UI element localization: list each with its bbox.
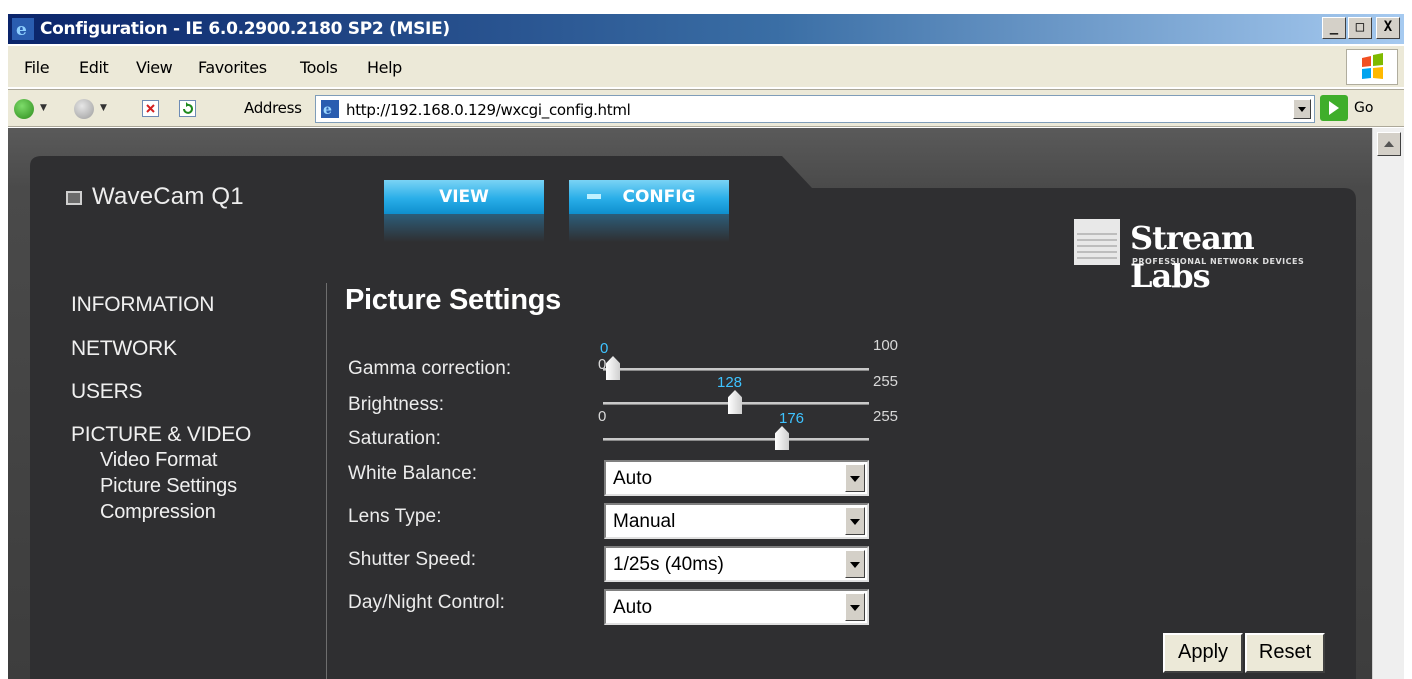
ie-icon: e: [12, 18, 34, 40]
saturation-track: [603, 438, 869, 441]
tab-config[interactable]: CONFIG: [569, 180, 729, 242]
scroll-up-icon[interactable]: [1377, 132, 1401, 156]
svg-text:e: e: [16, 20, 27, 40]
vertical-scrollbar[interactable]: [1372, 128, 1404, 679]
menu-edit[interactable]: Edit: [79, 58, 109, 77]
page-title: Picture Settings: [345, 284, 561, 316]
chevron-down-icon[interactable]: [845, 507, 865, 535]
apply-button[interactable]: Apply: [1163, 633, 1243, 673]
tab-view-label: VIEW: [439, 187, 489, 207]
menu-file[interactable]: File: [24, 58, 50, 77]
brightness-value: 128: [717, 374, 743, 391]
reset-button[interactable]: Reset: [1245, 633, 1325, 673]
page-content: WaveCam Q1 VIEW CONFIG Stream Labs PROFE…: [8, 128, 1372, 679]
product-name: WaveCam Q1: [92, 183, 244, 210]
lens-type-value: Manual: [613, 511, 676, 532]
gamma-value: 0: [600, 340, 609, 357]
menu-favorites[interactable]: Favorites: [198, 58, 267, 77]
sidebar-item-information[interactable]: INFORMATION: [71, 293, 214, 317]
menu-view[interactable]: View: [136, 58, 173, 77]
back-icon[interactable]: [14, 99, 34, 119]
product-icon: [66, 191, 82, 205]
saturation-value: 176: [779, 410, 805, 427]
address-url: http://192.168.0.129/wxcgi_config.html: [346, 101, 631, 119]
brightness-thumb[interactable]: [728, 390, 742, 414]
gamma-label: Gamma correction:: [348, 358, 512, 379]
go-arrow-icon[interactable]: [1320, 95, 1348, 121]
gamma-max: 100: [873, 337, 899, 354]
shutter-speed-label: Shutter Speed:: [348, 549, 477, 570]
brightness-max: 255: [873, 373, 899, 390]
forward-icon[interactable]: [74, 99, 94, 119]
saturation-thumb[interactable]: [775, 426, 789, 450]
tab-view[interactable]: VIEW: [384, 180, 544, 242]
maximize-button[interactable]: □: [1348, 17, 1372, 39]
gamma-track: [603, 368, 869, 371]
svg-text:e: e: [323, 102, 332, 118]
chevron-down-icon[interactable]: [845, 550, 865, 578]
sidebar-subitem-compression[interactable]: Compression: [100, 501, 216, 524]
back-dropdown-icon[interactable]: ▼: [40, 103, 47, 113]
address-input[interactable]: e http://192.168.0.129/wxcgi_config.html: [315, 95, 1315, 123]
white-balance-value: Auto: [613, 468, 653, 489]
saturation-max: 255: [873, 408, 899, 425]
address-toolbar: ▼ ▼ Address e http://192.168.0.129/wxcgi…: [8, 89, 1404, 127]
forward-dropdown-icon[interactable]: ▼: [100, 103, 107, 113]
window-title: Configuration - IE 6.0.2900.2180 SP2 (MS…: [40, 19, 450, 39]
minimize-button[interactable]: _: [1322, 17, 1346, 39]
page-icon: e: [321, 100, 339, 118]
sidebar-item-network[interactable]: NETWORK: [71, 337, 177, 361]
shutter-speed-select[interactable]: 1/25s (40ms): [604, 546, 869, 582]
day-night-value: Auto: [613, 597, 653, 618]
menu-help[interactable]: Help: [367, 58, 402, 77]
day-night-select[interactable]: Auto: [604, 589, 869, 625]
chevron-down-icon[interactable]: [845, 593, 865, 621]
chevron-down-icon[interactable]: [845, 464, 865, 492]
saturation-label: Saturation:: [348, 428, 441, 449]
logo-tagline: PROFESSIONAL NETWORK DEVICES: [1132, 257, 1305, 266]
brightness-slider[interactable]: 255 128 0: [598, 373, 898, 425]
stream-labs-logo: Stream Labs PROFESSIONAL NETWORK DEVICES: [1074, 219, 1324, 295]
logo-grid-icon: [1074, 219, 1120, 265]
tab-config-label: CONFIG: [622, 187, 696, 207]
sidebar-item-picture-video[interactable]: PICTURE & VIDEO: [71, 423, 251, 447]
white-balance-label: White Balance:: [348, 463, 478, 484]
menubar: File Edit View Favorites Tools Help: [8, 46, 1404, 88]
day-night-label: Day/Night Control:: [348, 592, 506, 613]
lens-type-label: Lens Type:: [348, 506, 442, 527]
close-button[interactable]: X: [1376, 17, 1400, 39]
saturation-slider[interactable]: 255 176: [603, 408, 898, 456]
window-titlebar: e Configuration - IE 6.0.2900.2180 SP2 (…: [8, 14, 1404, 44]
sidebar-item-users[interactable]: USERS: [71, 380, 143, 404]
sidebar-subitem-picture-settings[interactable]: Picture Settings: [100, 475, 237, 498]
lens-type-select[interactable]: Manual: [604, 503, 869, 539]
white-balance-select[interactable]: Auto: [604, 460, 869, 496]
windows-logo-icon: [1346, 49, 1398, 85]
refresh-icon[interactable]: [179, 100, 196, 117]
stop-icon[interactable]: [142, 100, 159, 117]
menu-tools[interactable]: Tools: [300, 58, 338, 77]
sidebar-subitem-video-format[interactable]: Video Format: [100, 449, 217, 472]
address-label: Address: [244, 99, 302, 117]
gamma-thumb[interactable]: [606, 356, 620, 380]
shutter-speed-value: 1/25s (40ms): [613, 554, 724, 575]
address-dropdown-icon[interactable]: [1293, 99, 1311, 119]
go-button-label[interactable]: Go: [1354, 100, 1373, 116]
brightness-label: Brightness:: [348, 394, 445, 415]
sidebar-divider: [326, 283, 327, 679]
